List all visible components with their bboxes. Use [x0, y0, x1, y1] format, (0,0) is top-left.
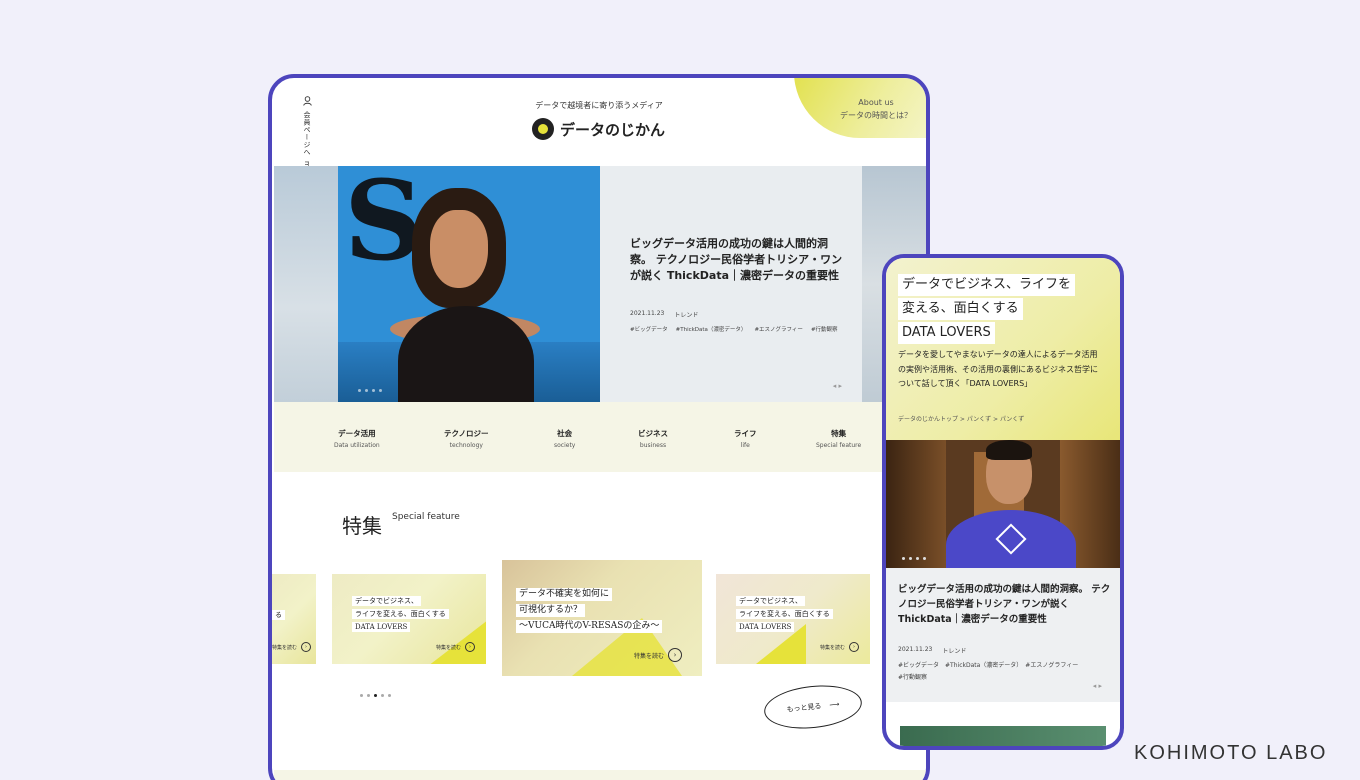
- category-technology[interactable]: テクノロジー technology: [444, 428, 489, 449]
- category-special-feature[interactable]: 特集 Special feature: [816, 428, 861, 449]
- feature-card-more[interactable]: 特集を読む ›: [272, 642, 312, 652]
- hero-tag[interactable]: #エスノグラフィー: [754, 325, 803, 333]
- category-nav: データ活用 Data utilization テクノロジー technology…: [274, 402, 926, 472]
- arrow-right-icon: ›: [668, 648, 683, 662]
- hero-photo[interactable]: S: [338, 166, 600, 402]
- see-more-label: もっと見る: [786, 702, 822, 714]
- hero-arrows[interactable]: ◂ ▸: [833, 382, 842, 390]
- article-photo[interactable]: [886, 440, 1120, 568]
- feature-description: データを愛してやまないデータの達人によるデータ活用の実例や活用術、その活用の裏側…: [898, 350, 1098, 388]
- arrow-right-icon: ⟶: [828, 700, 840, 710]
- category-business[interactable]: ビジネス business: [638, 428, 668, 449]
- arrow-right-icon: ›: [465, 642, 476, 652]
- feature-card-featured[interactable]: データ不確実を如何に 可視化するか？ ～VUCA時代のV-RESASの企み～ 特…: [502, 560, 702, 676]
- category-data-utilization[interactable]: データ活用 Data utilization: [334, 428, 380, 449]
- brand-watermark: KOHIMOTO LABO: [1134, 742, 1328, 764]
- logo-mark-icon: [532, 118, 554, 140]
- next-article-thumb[interactable]: [900, 726, 1106, 746]
- feature-card[interactable]: データでビジネス、 ライフを変える、面白くする DATA LOVERS 特集を読…: [332, 574, 486, 664]
- member-page-link[interactable]: 会員ページへ: [302, 111, 312, 156]
- article-title[interactable]: ビッグデータ活用の成功の鍵は人間的洞察。 テクノロジー民俗学者トリシア・ワンが説…: [898, 582, 1112, 627]
- phone-mockup: データでビジネス、ライフを 変える、面白くする DATA LOVERS データを…: [882, 254, 1124, 750]
- feature-heading-en: Special feature: [392, 512, 460, 522]
- hero-date: 2021.11.23: [630, 310, 665, 317]
- hero-dots[interactable]: [358, 389, 382, 392]
- feature-card-more[interactable]: 特集を読む ›: [634, 648, 683, 662]
- hero-article-card[interactable]: ビッグデータ活用の成功の鍵は人間的洞察。 テクノロジー民俗学者トリシア・ワンが説…: [600, 166, 862, 402]
- article-card[interactable]: ビッグデータ活用の成功の鍵は人間的洞察。 テクノロジー民俗学者トリシア・ワンが説…: [886, 568, 1120, 702]
- hero-article-meta: 2021.11.23 トレンド: [630, 310, 698, 319]
- feature-heading-jp: 特集: [342, 514, 382, 538]
- hero-tag[interactable]: #ThickData（濃密データ）: [676, 325, 747, 333]
- tablet-mockup: About us データの時間とは？ 会員ページへ member データで越境者…: [268, 74, 930, 780]
- hero-tag[interactable]: #ビッグデータ: [630, 325, 668, 333]
- site-logo[interactable]: データのじかん: [532, 118, 665, 140]
- feature-card-more[interactable]: 特集を読む ›: [820, 642, 860, 652]
- arrow-right-icon: ›: [849, 642, 860, 652]
- category-life[interactable]: ライフ life: [734, 428, 757, 449]
- breadcrumb[interactable]: データのじかんトップ > パンくず > パンくず: [898, 414, 1024, 423]
- photo-dots[interactable]: [902, 557, 926, 560]
- hero-article-title[interactable]: ビッグデータ活用の成功の鍵は人間的洞察。 テクノロジー民俗学者トリシア・ワンが説…: [630, 236, 845, 284]
- arrow-right-icon: ›: [301, 642, 312, 652]
- hero-category[interactable]: トレンド: [674, 310, 698, 319]
- hero-prev-slide[interactable]: [274, 166, 338, 402]
- hero-tags: #ビッグデータ #ThickData（濃密データ） #エスノグラフィー #行動観…: [630, 325, 838, 333]
- article-arrows[interactable]: ◂ ▸: [1093, 682, 1102, 690]
- feature-heading: 特集 Special feature: [342, 510, 460, 539]
- feature-headline: データでビジネス、ライフを 変える、面白くする DATA LOVERS: [898, 274, 1076, 346]
- feature-header: データでビジネス、ライフを 変える、面白くする DATA LOVERS データを…: [886, 258, 1120, 440]
- see-more-button[interactable]: もっと見る ⟶: [762, 680, 864, 734]
- hero-tag[interactable]: #行動観察: [811, 325, 838, 333]
- feature-card-more[interactable]: 特集を読む ›: [436, 642, 476, 652]
- next-section-band: [274, 770, 926, 780]
- hero-slider[interactable]: S ビッグデータ活用の成功の鍵は人間的洞察。 テクノロジー民俗学者トリシア・ワン…: [274, 166, 926, 402]
- article-meta: 2021.11.23 トレンド: [898, 646, 966, 655]
- site-tagline: データで越境者に寄り添うメディア: [535, 101, 663, 110]
- feature-card[interactable]: データでビジネス、 ライフを変える、面白くする DATA LOVERS 特集を読…: [716, 574, 870, 664]
- feature-pagination-dots[interactable]: [360, 694, 391, 697]
- logo-text: データのじかん: [560, 120, 666, 139]
- feature-card[interactable]: る 特集を読む ›: [272, 574, 316, 664]
- category-society[interactable]: 社会 society: [554, 428, 575, 449]
- article-tags[interactable]: #ビッグデータ #ThickData（濃密データ） #エスノグラフィー #行動観…: [898, 660, 1084, 684]
- article-date: 2021.11.23: [898, 646, 933, 653]
- article-category[interactable]: トレンド: [942, 646, 966, 655]
